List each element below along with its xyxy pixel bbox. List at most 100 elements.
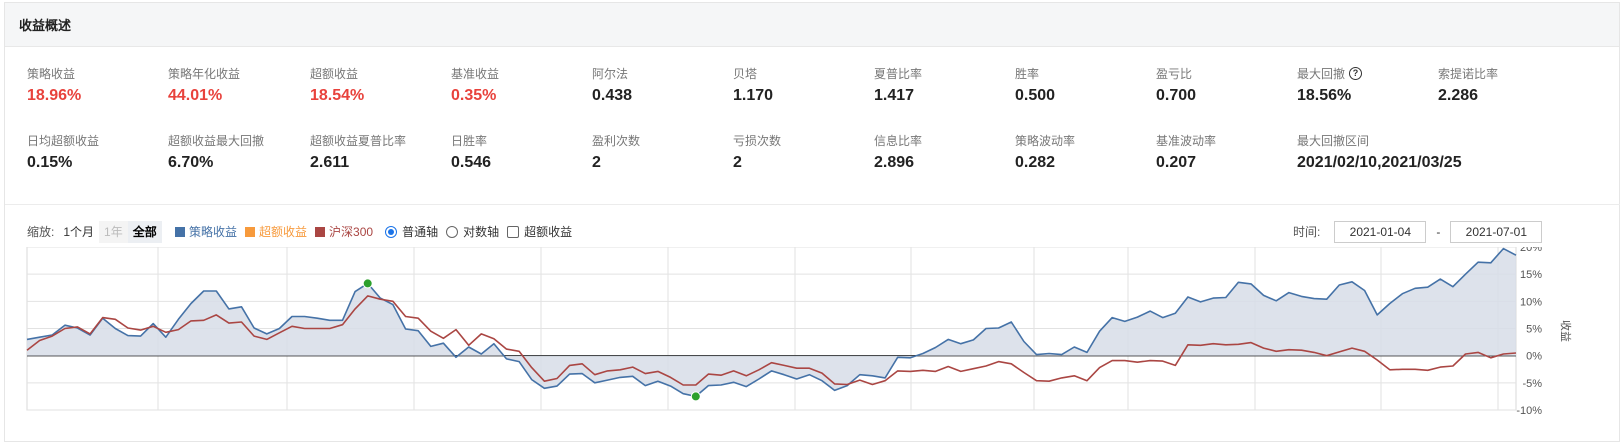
y-axis-label: 收益 <box>1559 320 1573 342</box>
y-tick-label: 15% <box>1520 269 1542 281</box>
y-tick-label: 10% <box>1520 296 1542 308</box>
metric-item: 亏损次数 2 <box>733 132 873 174</box>
metric-item: 基准波动率 0.207 <box>1156 132 1296 174</box>
zoom-1year-button[interactable]: 1年 <box>99 221 128 243</box>
date-range: 时间: 2021-01-04 - 2021-07-01 <box>1293 221 1543 243</box>
panel-title: 收益概述 <box>19 18 72 33</box>
metric-item: 最大回撤区间 2021/02/10,2021/03/25 <box>1297 132 1462 174</box>
metric-value: 2021/02/10,2021/03/25 <box>1297 154 1462 171</box>
legend-benchmark[interactable]: 沪深300 <box>329 221 373 243</box>
metric-label: 基准收益 <box>451 65 591 81</box>
metric-value: 1.417 <box>874 87 915 104</box>
legend-strategy-swatch <box>175 227 185 237</box>
legend-strategy[interactable]: 策略收益 <box>189 221 237 243</box>
drawdown-marker <box>362 278 373 289</box>
end-date-input[interactable]: 2021-07-01 <box>1450 221 1543 243</box>
y-tick-label: -5% <box>1522 378 1542 390</box>
metric-value: 2.896 <box>874 154 915 171</box>
metric-label: 基准波动率 <box>1156 132 1296 148</box>
metrics-grid: 策略收益 18.96% 策略年化收益 44.01% 超额收益 18.54% 基准收益 0.35… <box>5 49 1620 205</box>
metric-value: 18.54% <box>310 87 365 104</box>
metric-label-text: 夏普比率 <box>874 66 923 81</box>
start-date-input[interactable]: 2021-01-04 <box>1334 221 1427 243</box>
legend-benchmark-swatch <box>315 227 326 237</box>
metric-item: 最大回撤? 18.56% <box>1297 65 1437 107</box>
metric-item: 信息比率 2.896 <box>874 132 1014 174</box>
zoom-all-button[interactable]: 全部 <box>127 221 162 243</box>
metric-label: 策略波动率 <box>1015 132 1155 148</box>
metric-item: 阿尔法 0.438 <box>592 65 732 107</box>
metric-item: 超额收益最大回撤 6.70% <box>168 132 308 174</box>
zoom-1month-button[interactable]: 1个月 <box>58 221 99 243</box>
help-icon[interactable]: ? <box>1349 66 1363 80</box>
metric-item: 日胜率 0.546 <box>451 132 591 174</box>
metric-label-text: 亏损次数 <box>733 133 782 148</box>
metric-label-text: 阿尔法 <box>592 66 629 81</box>
metric-value: 0.282 <box>1015 154 1056 171</box>
metric-label-text: 最大回撤区间 <box>1297 133 1370 148</box>
metric-value: 2.286 <box>1438 87 1479 104</box>
metric-label-text: 日均超额收益 <box>27 133 100 148</box>
returns-chart-svg: 20% 15% 10% 5% 0% -5% -10% 收益 <box>26 242 1573 417</box>
log-axis-radio[interactable] <box>446 226 459 238</box>
legend-excess-swatch <box>245 227 256 237</box>
metric-label-text: 信息比率 <box>874 133 923 148</box>
metric-value: 0.207 <box>1156 154 1197 171</box>
metric-label-text: 超额收益夏普比率 <box>310 133 407 148</box>
metric-item: 盈利次数 2 <box>592 132 732 174</box>
metric-item: 策略收益 18.96% <box>27 65 167 107</box>
time-label: 时间: <box>1293 225 1321 239</box>
metric-value: 1.170 <box>733 87 774 104</box>
metric-label: 夏普比率 <box>874 65 1014 81</box>
metric-label: 最大回撤? <box>1297 65 1437 81</box>
metric-label-text: 索提诺比率 <box>1438 66 1499 81</box>
metric-label: 超额收益最大回撤 <box>168 132 308 148</box>
chart-toolbar: 缩放: 1个月 1年 全部 策略收益 超额收益 沪深300 普通轴 对数轴 超额… <box>5 221 1620 243</box>
metric-value: 18.96% <box>27 87 82 104</box>
metric-value: 2.611 <box>310 154 350 171</box>
log-axis-label: 对数轴 <box>463 225 500 239</box>
metric-label: 超额收益夏普比率 <box>310 132 450 148</box>
metric-label-text: 基准收益 <box>451 66 500 81</box>
metric-item: 贝塔 1.170 <box>733 65 873 107</box>
metric-item: 超额收益 18.54% <box>310 65 450 107</box>
metric-value: 0.700 <box>1156 87 1197 104</box>
metric-label: 日胜率 <box>451 132 591 148</box>
excess-return-checkbox-label: 超额收益 <box>524 225 573 239</box>
metric-label-text: 基准波动率 <box>1156 133 1217 148</box>
metric-item: 日均超额收益 0.15% <box>27 132 167 174</box>
metric-value: 0.546 <box>451 154 492 171</box>
metric-label-text: 策略波动率 <box>1015 133 1076 148</box>
metric-label: 信息比率 <box>874 132 1014 148</box>
y-tick-label: 5% <box>1526 324 1542 336</box>
zoom-label: 缩放: <box>27 225 55 239</box>
legend-excess[interactable]: 超额收益 <box>259 221 307 243</box>
legend: 策略收益 超额收益 沪深300 普通轴 对数轴 超额收益 <box>175 221 572 243</box>
metric-label-text: 策略收益 <box>27 66 76 81</box>
returns-chart: 20% 15% 10% 5% 0% -5% -10% 收益 <box>5 242 1620 443</box>
metric-value: 2 <box>733 154 742 171</box>
metric-label: 超额收益 <box>310 65 450 81</box>
metric-item: 夏普比率 1.417 <box>874 65 1014 107</box>
linear-axis-label: 普通轴 <box>402 225 439 239</box>
metric-label-text: 日胜率 <box>451 133 488 148</box>
metric-label-text: 盈利次数 <box>592 133 641 148</box>
metric-item: 策略波动率 0.282 <box>1015 132 1155 174</box>
metric-item: 胜率 0.500 <box>1015 65 1155 107</box>
metric-label: 日均超额收益 <box>27 132 167 148</box>
metric-item: 策略年化收益 44.01% <box>168 65 308 107</box>
linear-axis-radio[interactable] <box>385 226 398 238</box>
drawdown-marker <box>690 391 701 402</box>
metric-label: 贝塔 <box>733 65 873 81</box>
metric-item: 基准收益 0.35% <box>451 65 591 107</box>
excess-return-checkbox[interactable] <box>507 226 520 238</box>
date-separator: - <box>1436 225 1441 239</box>
metric-item: 索提诺比率 2.286 <box>1438 65 1578 107</box>
metric-label: 亏损次数 <box>733 132 873 148</box>
metric-label-text: 策略年化收益 <box>168 66 241 81</box>
metric-value: 0.35% <box>451 87 497 104</box>
metric-label: 阿尔法 <box>592 65 732 81</box>
metric-label: 盈利次数 <box>592 132 732 148</box>
metric-label-text: 超额收益最大回撤 <box>168 133 265 148</box>
metric-label-text: 胜率 <box>1015 66 1040 81</box>
